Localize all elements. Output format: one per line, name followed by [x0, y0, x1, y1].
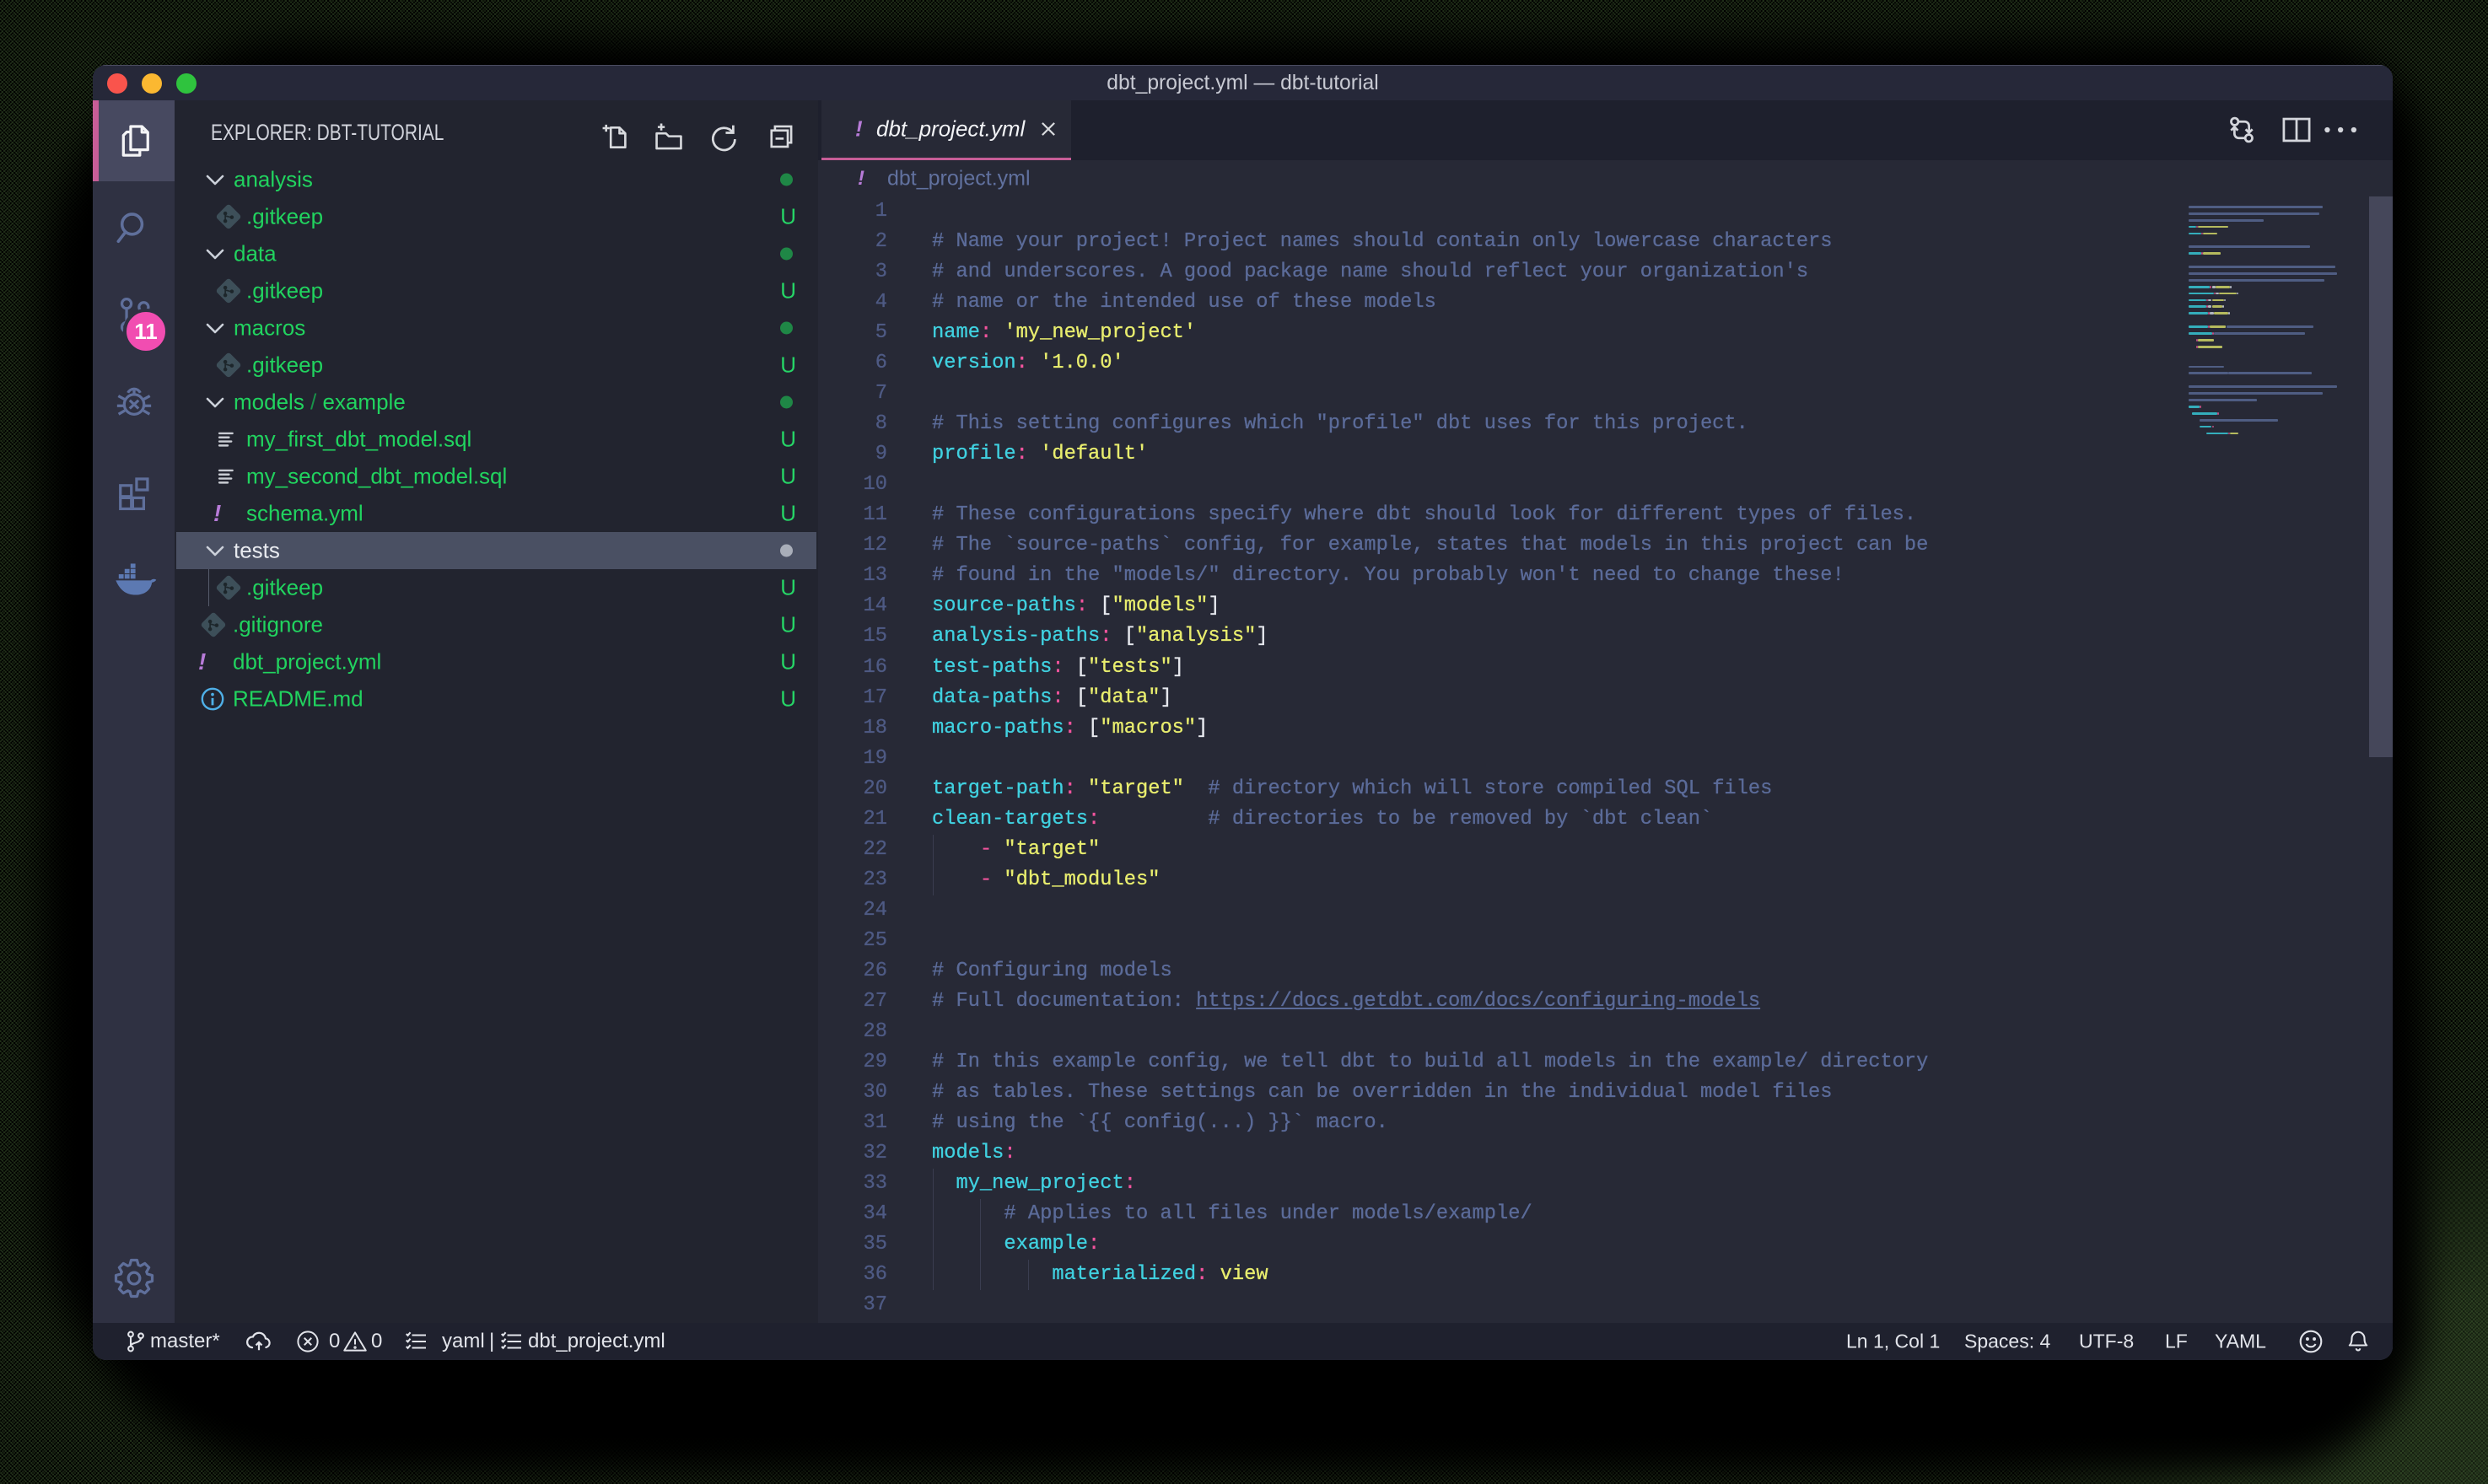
- svg-text:11: 11: [134, 319, 158, 344]
